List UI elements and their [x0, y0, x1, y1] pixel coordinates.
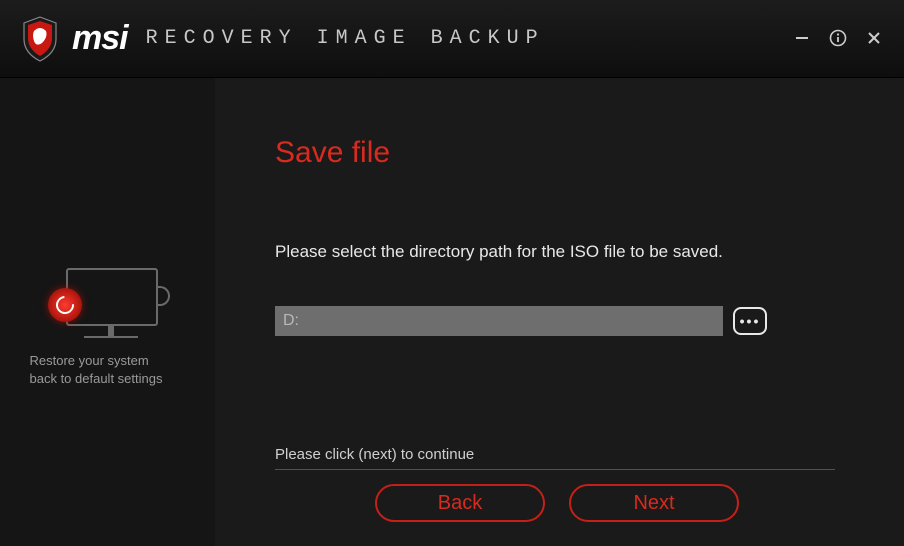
sidebar: Restore your system back to default sett…	[0, 78, 215, 546]
title-bar: msi RECOVERY IMAGE BACKUP	[0, 0, 904, 78]
path-selection-row: •••	[275, 306, 854, 336]
continue-hint: Please click (next) to continue	[275, 446, 854, 463]
browse-button[interactable]: •••	[733, 307, 767, 335]
info-button[interactable]	[828, 28, 848, 48]
content-area: Restore your system back to default sett…	[0, 78, 904, 546]
brand-name: msi	[72, 19, 128, 58]
window-controls	[792, 28, 884, 48]
msi-shield-logo	[20, 15, 60, 63]
back-button[interactable]: Back	[375, 484, 545, 522]
sidebar-caption: Restore your system back to default sett…	[30, 352, 190, 387]
main-panel: Save file Please select the directory pa…	[215, 78, 904, 546]
minimize-button[interactable]	[792, 28, 812, 48]
close-button[interactable]	[864, 28, 884, 48]
divider-line	[275, 469, 835, 470]
sidebar-caption-line1: Restore your system	[30, 353, 149, 368]
navigation-buttons: Back Next	[375, 484, 854, 522]
next-button[interactable]: Next	[569, 484, 739, 522]
instruction-text: Please select the directory path for the…	[275, 242, 854, 262]
ellipsis-icon: •••	[740, 313, 761, 329]
restore-system-icon	[48, 268, 168, 340]
sidebar-caption-line2: back to default settings	[30, 371, 163, 386]
recovery-disc-icon	[48, 288, 82, 322]
app-title: RECOVERY IMAGE BACKUP	[146, 27, 545, 50]
directory-path-input[interactable]	[275, 306, 723, 336]
page-heading: Save file	[275, 136, 854, 170]
